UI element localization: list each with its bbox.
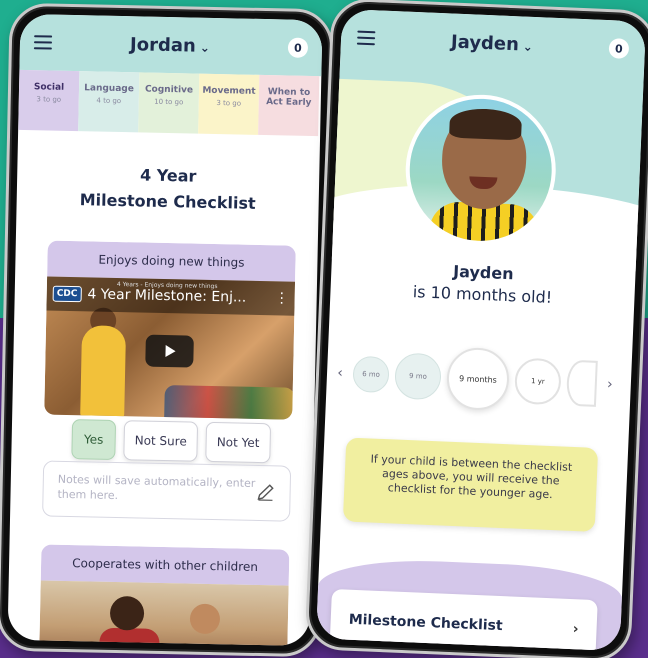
play-icon bbox=[165, 345, 176, 358]
milestone-card-2: Cooperates with other children bbox=[38, 544, 290, 647]
milestone-title: Enjoys doing new things bbox=[47, 240, 296, 282]
video-player[interactable]: CDC 4 Year Milestone: Enj... ⋮ 4 Years -… bbox=[44, 276, 296, 420]
tab-act-early[interactable]: When to Act Early bbox=[258, 74, 320, 137]
chevron-left-icon[interactable]: ‹ bbox=[333, 365, 348, 382]
age-selector: ‹ 6 mo 9 mo 9 months 1 yr › bbox=[332, 343, 626, 415]
tab-cognitive[interactable]: Cognitive 10 to go bbox=[138, 72, 200, 134]
notes-field[interactable]: Notes will save automatically, enter the… bbox=[42, 460, 292, 522]
photo-child-1 bbox=[109, 595, 145, 631]
tab-label: Movement bbox=[202, 85, 256, 97]
tab-sub: 3 to go bbox=[216, 99, 242, 108]
menu-icon[interactable] bbox=[33, 35, 53, 50]
chevron-down-icon: ⌄ bbox=[522, 39, 534, 54]
phone-left: Jordan ⌄ 0 Social 3 to go Language 4 to g… bbox=[0, 2, 334, 658]
chevron-right-icon: › bbox=[572, 621, 579, 638]
title-line2: Milestone Checklist bbox=[79, 190, 256, 213]
photo-child-2 bbox=[189, 603, 221, 635]
tab-sub: 10 to go bbox=[154, 97, 184, 107]
notification-badge[interactable]: 0 bbox=[608, 38, 630, 59]
not-yet-button[interactable]: Not Yet bbox=[205, 421, 271, 464]
photo-child-shirt bbox=[98, 627, 160, 647]
milestone-card: Enjoys doing new things CDC 4 Year Miles… bbox=[44, 240, 296, 420]
milestone-checklist-button[interactable]: Milestone Checklist › bbox=[329, 588, 598, 652]
video-scene-children bbox=[164, 385, 295, 420]
child-selector[interactable]: Jordan ⌄ bbox=[52, 32, 288, 58]
video-title-bar: CDC 4 Year Milestone: Enj... ⋮ 4 Years -… bbox=[46, 276, 296, 316]
menu-icon[interactable] bbox=[356, 30, 376, 46]
tab-label: When to Act Early bbox=[266, 87, 312, 109]
info-note: If your child is between the checklist a… bbox=[342, 437, 599, 532]
notification-badge[interactable]: 0 bbox=[287, 37, 309, 58]
child-name: Jayden bbox=[450, 31, 520, 55]
tab-label: Cognitive bbox=[144, 84, 194, 96]
tab-sub: 3 to go bbox=[36, 95, 62, 104]
top-bar: Jordan ⌄ 0 bbox=[19, 13, 323, 77]
chevron-down-icon: ⌄ bbox=[199, 40, 210, 55]
age-option[interactable]: 1 yr bbox=[513, 357, 562, 406]
age-option[interactable] bbox=[565, 359, 598, 407]
screen-right: Jayden ⌄ 0 Jayden is 10 months old! ‹ 6 m… bbox=[315, 8, 647, 652]
screen-left: Jordan ⌄ 0 Social 3 to go Language 4 to g… bbox=[7, 13, 323, 647]
age-option[interactable]: 6 mo bbox=[352, 355, 390, 394]
tab-label: Language bbox=[84, 83, 134, 95]
more-options-icon[interactable]: ⋮ bbox=[275, 290, 289, 306]
play-button[interactable] bbox=[145, 334, 194, 368]
cdc-logo: CDC bbox=[52, 285, 82, 303]
answer-buttons: Yes Not Sure Not Yet bbox=[71, 419, 271, 464]
chevron-right-icon[interactable]: › bbox=[603, 376, 618, 393]
age-option-selected[interactable]: 9 months bbox=[445, 346, 511, 412]
phone-right: Jayden ⌄ 0 Jayden is 10 months old! ‹ 6 m… bbox=[304, 0, 648, 658]
tab-social[interactable]: Social 3 to go bbox=[18, 69, 80, 132]
page-title: 4 Year Milestone Checklist bbox=[16, 160, 319, 218]
tab-language[interactable]: Language 4 to go bbox=[78, 71, 140, 133]
video-scene-adult bbox=[80, 325, 127, 419]
pencil-icon[interactable] bbox=[255, 482, 275, 502]
child-name: Jordan bbox=[129, 33, 197, 57]
not-sure-button[interactable]: Not Sure bbox=[123, 420, 199, 462]
age-option[interactable]: 9 mo bbox=[394, 352, 442, 401]
yes-button[interactable]: Yes bbox=[71, 419, 117, 460]
tab-sub: 4 to go bbox=[96, 96, 122, 106]
milestone-photo bbox=[38, 580, 289, 647]
tab-label: Social bbox=[33, 82, 65, 93]
tab-movement[interactable]: Movement 3 to go bbox=[198, 73, 260, 135]
milestone-checklist-label: Milestone Checklist bbox=[348, 611, 503, 635]
child-selector[interactable]: Jayden ⌄ bbox=[375, 28, 610, 59]
milestone-title: Cooperates with other children bbox=[40, 544, 290, 586]
category-tabs: Social 3 to go Language 4 to go Cognitiv… bbox=[18, 69, 321, 137]
avatar-hair bbox=[449, 107, 523, 141]
notes-placeholder: Notes will save automatically, enter the… bbox=[57, 472, 256, 503]
